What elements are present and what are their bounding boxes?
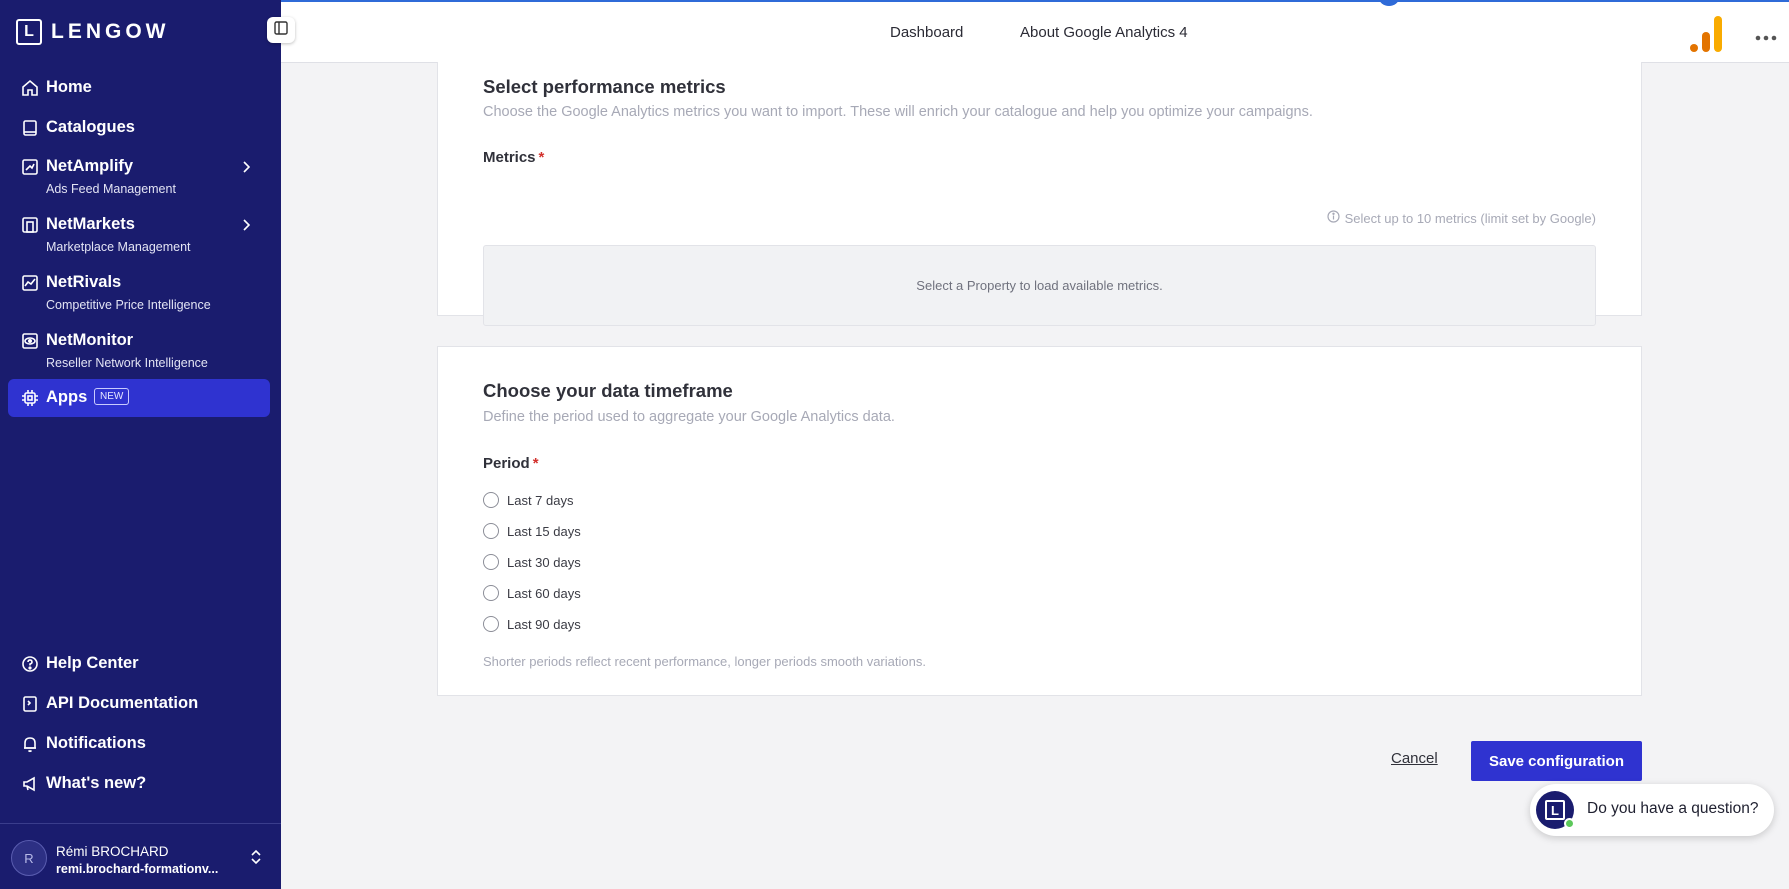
required-marker: * [532, 455, 539, 472]
help-icon [20, 654, 40, 674]
online-status-dot [1564, 818, 1575, 829]
sidebar-item-netmonitor[interactable]: NetMonitor Reseller Network Intelligence [8, 329, 270, 371]
period-option-30[interactable]: Last 30 days [483, 554, 581, 570]
sidebar-item-label: Apps [46, 388, 88, 406]
bell-icon [20, 734, 40, 754]
topbar: Dashboard About Google Analytics 4 [281, 0, 1789, 63]
google-analytics-icon [1688, 16, 1726, 59]
sidebar-item-sublabel: Ads Feed Management [46, 182, 176, 196]
sidebar-item-label: Catalogues [46, 118, 135, 136]
timeframe-card: Choose your data timeframe Define the pe… [437, 346, 1642, 696]
sidebar-item-label: Help Center [46, 654, 139, 672]
sidebar-item-label: NetRivals [46, 273, 122, 291]
chat-prompt: Do you have a question? [1587, 800, 1759, 817]
sidebar-item-catalogues[interactable]: Catalogues [8, 116, 270, 140]
sidebar-item-label: Home [46, 78, 92, 96]
sidebar-item-apps[interactable]: Apps NEW [8, 379, 270, 417]
cancel-link[interactable]: Cancel [1391, 750, 1438, 767]
radio-button[interactable] [483, 523, 499, 539]
user-name: Rémi BROCHARD [56, 844, 169, 859]
home-icon [20, 78, 40, 98]
sidebar-item-home[interactable]: Home [8, 76, 270, 100]
sidebar-item-label: What's new? [46, 774, 147, 792]
user-email: remi.brochard-formationv... [56, 862, 219, 876]
more-options-icon[interactable] [1755, 28, 1777, 46]
save-configuration-button[interactable]: Save configuration [1471, 741, 1642, 781]
metrics-hint: Select up to 10 metrics (limit set by Go… [1326, 210, 1596, 226]
radio-label: Last 90 days [507, 616, 581, 632]
tab-dashboard[interactable]: Dashboard [890, 24, 963, 41]
chevron-right-icon [242, 157, 254, 177]
period-option-90[interactable]: Last 90 days [483, 616, 581, 632]
radio-button[interactable] [483, 585, 499, 601]
sidebar-item-label: API Documentation [46, 694, 199, 712]
sidebar-collapse-button[interactable] [267, 17, 295, 43]
sidebar: L LENGOW Home Catalogues NetAmplify Ads … [0, 0, 281, 889]
amplify-icon [20, 157, 40, 177]
logo-text: LENGOW [51, 20, 170, 43]
sidebar-item-sublabel: Competitive Price Intelligence [46, 298, 211, 312]
metrics-card-title: Select performance metrics [483, 76, 726, 97]
radio-button[interactable] [483, 616, 499, 632]
sidebar-item-label: NetMonitor [46, 331, 134, 349]
chat-logo-mark: L [1545, 800, 1565, 820]
sidebar-item-label: Notifications [46, 734, 146, 752]
chevron-up-down-icon [250, 848, 262, 871]
sidebar-item-netamplify[interactable]: NetAmplify Ads Feed Management [8, 155, 270, 197]
sidebar-item-api-documentation[interactable]: API Documentation [8, 692, 270, 716]
sidebar-item-notifications[interactable]: Notifications [8, 732, 270, 756]
tab-about-ga4[interactable]: About Google Analytics 4 [1020, 24, 1188, 41]
metrics-card: Select performance metrics Choose the Go… [437, 62, 1642, 326]
store-icon [20, 215, 40, 235]
period-label-text: Period [483, 455, 530, 472]
chip-icon [20, 388, 40, 408]
avatar: R [11, 840, 47, 876]
sidebar-item-sublabel: Marketplace Management [46, 240, 191, 254]
user-menu[interactable]: R Rémi BROCHARD remi.brochard-formationv… [0, 823, 281, 889]
chart-line-icon [20, 273, 40, 293]
sidebar-item-label: NetAmplify [46, 157, 134, 175]
metrics-card-description: Choose the Google Analytics metrics you … [483, 104, 1313, 120]
sidebar-item-netmarkets[interactable]: NetMarkets Marketplace Management [8, 213, 270, 255]
info-icon [1326, 210, 1345, 226]
sidebar-item-label: NetMarkets [46, 215, 135, 233]
sidebar-item-help-center[interactable]: Help Center [8, 652, 270, 676]
book-code-icon [20, 694, 40, 714]
sidebar-item-netrivals[interactable]: NetRivals Competitive Price Intelligence [8, 271, 270, 313]
book-icon [20, 118, 40, 138]
period-option-7[interactable]: Last 7 days [483, 492, 574, 508]
required-marker: * [538, 149, 545, 166]
sidebar-item-sublabel: Reseller Network Intelligence [46, 356, 208, 370]
radio-label: Last 60 days [507, 585, 581, 601]
radio-button[interactable] [483, 554, 499, 570]
radio-label: Last 30 days [507, 554, 581, 570]
chat-widget[interactable]: L Do you have a question? [1530, 784, 1774, 836]
metrics-placeholder: Select a Property to load available metr… [916, 278, 1163, 293]
period-field-label: Period * [483, 455, 539, 472]
eye-icon [20, 331, 40, 351]
chevron-right-icon [242, 215, 254, 235]
period-option-15[interactable]: Last 15 days [483, 523, 581, 539]
period-option-60[interactable]: Last 60 days [483, 585, 581, 601]
period-note: Shorter periods reflect recent performan… [483, 654, 926, 669]
logo-mark: L [16, 19, 42, 45]
metrics-field-label: Metrics * [483, 149, 544, 166]
new-badge: NEW [94, 388, 130, 405]
top-indicator [1379, 0, 1399, 6]
lengow-logo[interactable]: L LENGOW [16, 19, 170, 45]
metrics-label-text: Metrics [483, 149, 536, 166]
metrics-hint-text: Select up to 10 metrics (limit set by Go… [1344, 210, 1596, 226]
timeframe-card-description: Define the period used to aggregate your… [483, 409, 895, 425]
sidebar-toggle-icon [274, 20, 288, 40]
metrics-selector[interactable]: Select a Property to load available metr… [483, 245, 1596, 326]
timeframe-card-title: Choose your data timeframe [483, 380, 733, 401]
radio-button[interactable] [483, 492, 499, 508]
radio-label: Last 7 days [507, 492, 574, 508]
sidebar-item-whats-new[interactable]: What's new? [8, 772, 270, 796]
megaphone-icon [20, 774, 40, 794]
radio-label: Last 15 days [507, 523, 581, 539]
